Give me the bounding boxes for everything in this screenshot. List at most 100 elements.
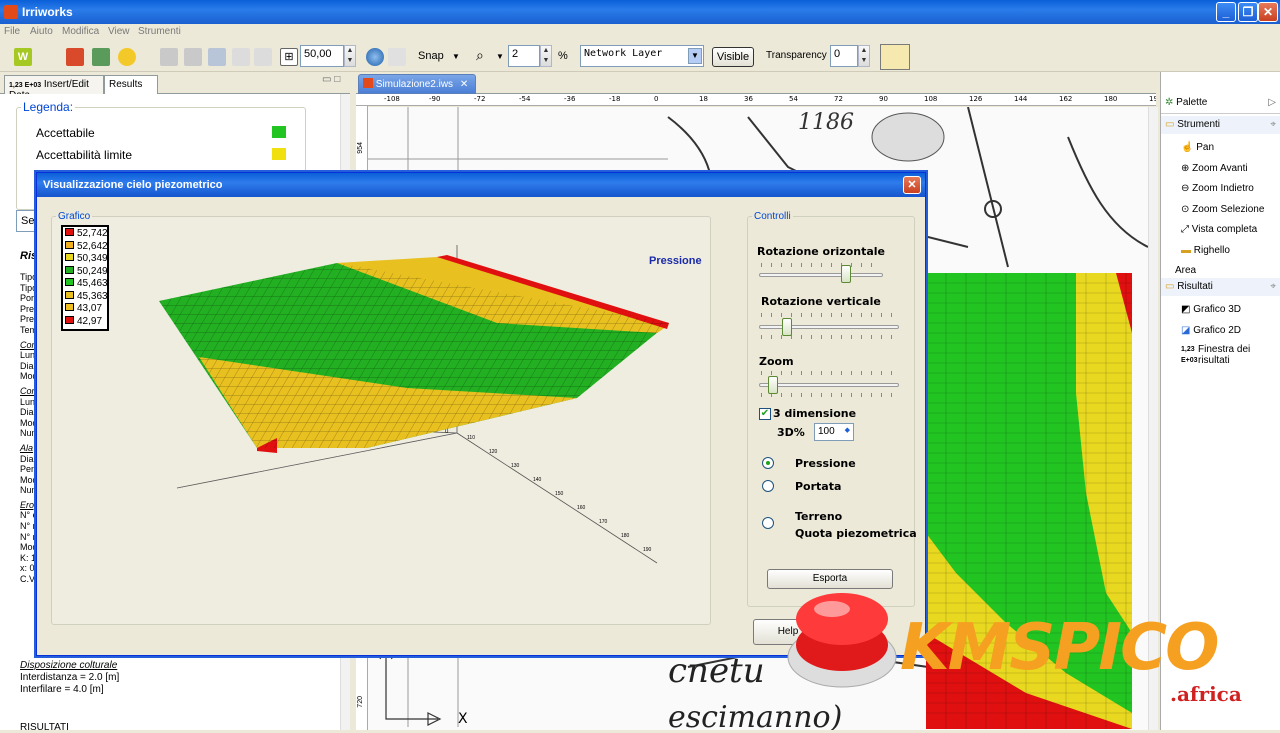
zoom-input[interactable]: 2 [508, 45, 540, 67]
palette-icon: ✲ [1165, 97, 1174, 108]
scale-row: 42,97 [65, 315, 105, 329]
tool-pan[interactable]: ☝ Pan [1181, 138, 1264, 159]
zoom-dropdown-icon[interactable]: ▼ [496, 52, 504, 61]
pin-icon[interactable]: ⌖ [1270, 119, 1276, 130]
tab-results[interactable]: Results [104, 75, 158, 94]
dispos-line-1: Interdistanza = 2.0 [m] [20, 672, 120, 683]
dialog-close-button[interactable]: ✕ [903, 176, 921, 194]
result-grafico-2d[interactable]: ◪ Grafico 2D [1181, 321, 1241, 342]
palette-header[interactable]: ✲ Palette ▷ [1161, 92, 1280, 114]
undo-icon[interactable] [232, 48, 250, 66]
three-d-pct-spinner-icon[interactable]: ◆ [845, 426, 850, 434]
wizard-icon[interactable]: W [14, 48, 32, 66]
tools-list: ☝ Pan ⊕ Zoom Avanti ⊖ Zoom Indietro ⊙ Zo… [1175, 138, 1264, 282]
menu-view[interactable]: View [108, 26, 130, 37]
close-button[interactable]: ✕ [1258, 2, 1278, 22]
snap-label[interactable]: Snap [418, 50, 444, 62]
dialog-title: Visualizzazione cielo piezometrico [43, 179, 223, 191]
main-toolbar: W ⊞ 50,00 ▲ ▼ Snap ▼ ⌕ ▼ 2 ▲ ▼ % Network L… [0, 40, 1280, 72]
pin-icon-2[interactable]: ⌖ [1270, 281, 1276, 292]
tab-close-icon[interactable]: ✕ [460, 79, 468, 90]
tab-simulazione[interactable]: Simulazione2.iws ✕ [358, 74, 476, 94]
tool-ruler[interactable]: ▬ Righello [1181, 241, 1264, 262]
group-tools-label: Strumenti [1177, 119, 1221, 130]
menu-strumenti[interactable]: Strumenti [138, 26, 181, 37]
scale-row: 52,742 [65, 228, 108, 241]
visible-button[interactable]: Visible [712, 47, 754, 67]
copy-icon[interactable] [160, 48, 178, 66]
scale-value: 52,642 [77, 240, 108, 252]
scale-swatch [65, 228, 74, 236]
dispos-title: Disposizione colturale [20, 660, 118, 671]
radio-pressione[interactable] [762, 457, 774, 469]
save-icon[interactable] [66, 48, 84, 66]
zoom-ticks-top [761, 371, 897, 375]
tool-zoom-selection[interactable]: ⊙ Zoom Selezione [1181, 200, 1264, 221]
ruler-tick: 0 [654, 95, 659, 103]
layer-properties-icon[interactable] [880, 44, 910, 70]
ruler-tick: 54 [789, 95, 798, 103]
grid-size-input[interactable]: 50,00 [300, 45, 344, 67]
zoom-icon[interactable]: ⌕ [476, 47, 484, 64]
paste-icon[interactable] [184, 48, 202, 66]
maximize-button[interactable]: ❐ [1238, 2, 1258, 22]
result-3d-label: Grafico 3D [1193, 304, 1242, 315]
color-scale-rows: 52,742 52,642 50,349 50,249 45,463 45,363 43,0… [63, 227, 108, 329]
scale-row: 50,349 [65, 253, 108, 266]
result-finestra[interactable]: 1,23 E+03 Finestra dei risultati [1181, 344, 1271, 366]
axis-tick: 120 [489, 449, 498, 455]
ruler-tick: 72 [834, 95, 843, 103]
snap-dropdown-icon[interactable]: ▼ [452, 52, 460, 61]
dialog-titlebar: Visualizzazione cielo piezometrico ✕ [37, 173, 925, 197]
rot-h-thumb[interactable] [840, 265, 851, 283]
tool-area-label: Area [1175, 265, 1197, 276]
scale-row: 43,07 [65, 303, 105, 316]
minimize-button[interactable]: _ [1216, 2, 1236, 22]
tool-full-view[interactable]: ⤢ Vista completa [1181, 220, 1264, 241]
rot-h-slider[interactable] [759, 273, 883, 277]
bulb-icon[interactable] [118, 48, 136, 66]
pressure-surface-3d: 50 5 0 110120130140150160170180190 [159, 245, 669, 564]
scale-value: 50,249 [77, 265, 108, 277]
layer-select[interactable]: Network Layer [580, 45, 704, 67]
ruler-tick: -90 [429, 95, 441, 103]
ruler-tick: -108 [384, 95, 400, 103]
tool-zoom-in[interactable]: ⊕ Zoom Avanti [1181, 159, 1264, 180]
ruler-tick: -18 [609, 95, 621, 103]
rot-v-thumb[interactable] [782, 318, 792, 336]
export-icon[interactable] [92, 48, 110, 66]
image-icon[interactable] [388, 48, 406, 66]
zoom-spinner[interactable]: ▲ ▼ [540, 45, 552, 67]
layer-dropdown-icon[interactable]: ▼ [688, 48, 702, 64]
palette-group-risultati[interactable]: ▭ Risultati ⌖ [1161, 278, 1280, 296]
cut-icon[interactable] [208, 48, 226, 66]
zoom-thumb[interactable] [768, 376, 778, 394]
transparency-input[interactable]: 0 [830, 45, 858, 67]
palette-group-strumenti[interactable]: ▭ Strumenti ⌖ [1161, 116, 1280, 134]
tab-insert-edit[interactable]: 1,23 E+03 Insert/Edit Data [4, 75, 104, 101]
globe-icon[interactable] [366, 48, 384, 66]
redo-icon[interactable] [254, 48, 272, 66]
menu-modifica[interactable]: Modifica [62, 26, 99, 37]
tool-zoom-out[interactable]: ⊖ Zoom Indietro [1181, 179, 1264, 200]
palette-collapse-icon[interactable]: ▷ [1268, 97, 1276, 108]
axis-tick: 110 [467, 435, 475, 441]
tool-full-view-label: Vista completa [1191, 224, 1258, 235]
folder-icon-2: ▭ [1165, 281, 1175, 292]
grid-icon[interactable]: ⊞ [280, 48, 298, 66]
result-grafico-3d[interactable]: ◩ Grafico 3D [1181, 300, 1241, 321]
scale-row: 45,363 [65, 290, 108, 304]
radio-portata[interactable] [762, 480, 774, 492]
zoom-slider[interactable] [759, 383, 899, 387]
rot-v-slider[interactable] [759, 325, 899, 329]
transparency-spinner[interactable]: ▲ ▼ [858, 45, 870, 67]
menu-aiuto[interactable]: Aiuto [30, 26, 53, 37]
scale-value: 52,742 [77, 228, 108, 239]
three-d-checkbox[interactable]: ✔ [759, 408, 771, 420]
radio-terreno[interactable] [762, 517, 774, 529]
three-d-pct-input[interactable]: 100 ◆ [814, 423, 854, 441]
menu-file[interactable]: File [4, 26, 20, 37]
panel-minmax-icon[interactable]: ▭ □ [322, 74, 340, 85]
folder-icon: ▭ [1165, 119, 1175, 130]
grid-size-spinner[interactable]: ▲ ▼ [344, 45, 356, 67]
